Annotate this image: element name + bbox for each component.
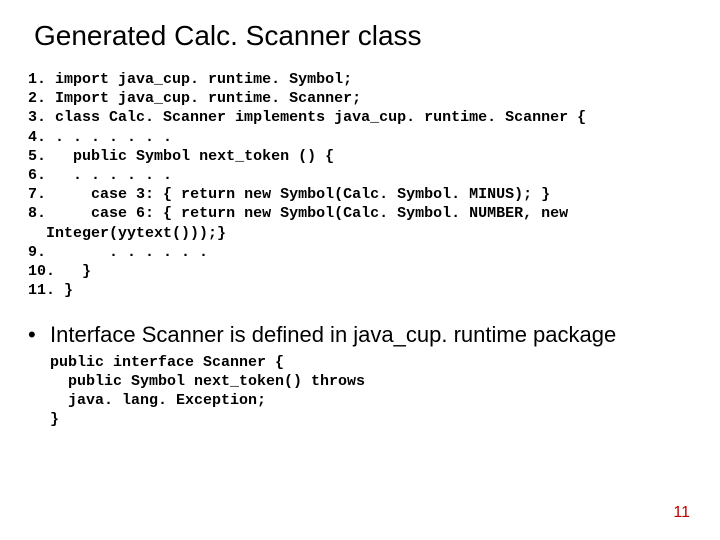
code-lineno: 5. — [28, 148, 46, 165]
code-text: class Calc. Scanner implements java_cup.… — [55, 109, 586, 126]
code-text: . . . . . . — [73, 167, 172, 184]
subcode-line: } — [50, 411, 59, 428]
slide-title: Generated Calc. Scanner class — [34, 20, 692, 52]
code-lineno: 7. — [28, 186, 46, 203]
code-lineno: 1. — [28, 71, 46, 88]
code-pre — [55, 244, 109, 261]
code-text: } — [64, 282, 73, 299]
code-text: } — [82, 263, 91, 280]
code-block: 1. import java_cup. runtime. Symbol; 2. … — [28, 70, 692, 300]
code-lineno: 11. — [28, 282, 55, 299]
code-lineno: 9. — [28, 244, 46, 261]
code-text: case 3: { return new Symbol(Calc. Symbol… — [91, 186, 550, 203]
code-text: . . . . . . . — [55, 129, 172, 146]
code-lineno: 10. — [28, 263, 55, 280]
subcode-line: java. lang. Exception; — [50, 392, 266, 409]
code-text: case 6: { return new Symbol(Calc. Symbol… — [91, 205, 568, 222]
code-text: public Symbol next_token () { — [73, 148, 334, 165]
code-pre — [55, 148, 73, 165]
code-lineno: 8. — [28, 205, 46, 222]
subcode-line: public interface Scanner { — [50, 354, 284, 371]
subcode-line: public Symbol next_token() throws — [50, 373, 365, 390]
code-lineno: 3. — [28, 109, 46, 126]
code-pre — [64, 263, 82, 280]
sub-code-block: public interface Scanner { public Symbol… — [50, 353, 692, 430]
code-pre — [55, 167, 73, 184]
code-lineno: 4. — [28, 129, 46, 146]
bullet-dot-icon: • — [28, 322, 50, 348]
code-text: Integer(yytext()));} — [46, 225, 226, 242]
code-text: import java_cup. runtime. Symbol; — [55, 71, 352, 88]
code-pre — [55, 205, 91, 222]
bullet-text: Interface Scanner is defined in java_cup… — [50, 322, 616, 348]
code-lineno: 6. — [28, 167, 46, 184]
code-pre — [55, 186, 91, 203]
page-number: 11 — [673, 504, 690, 522]
bullet-row: • Interface Scanner is defined in java_c… — [28, 322, 692, 348]
code-text: . . . . . . — [109, 244, 208, 261]
code-pre — [28, 225, 46, 242]
code-lineno: 2. — [28, 90, 46, 107]
code-text: Import java_cup. runtime. Scanner; — [55, 90, 361, 107]
